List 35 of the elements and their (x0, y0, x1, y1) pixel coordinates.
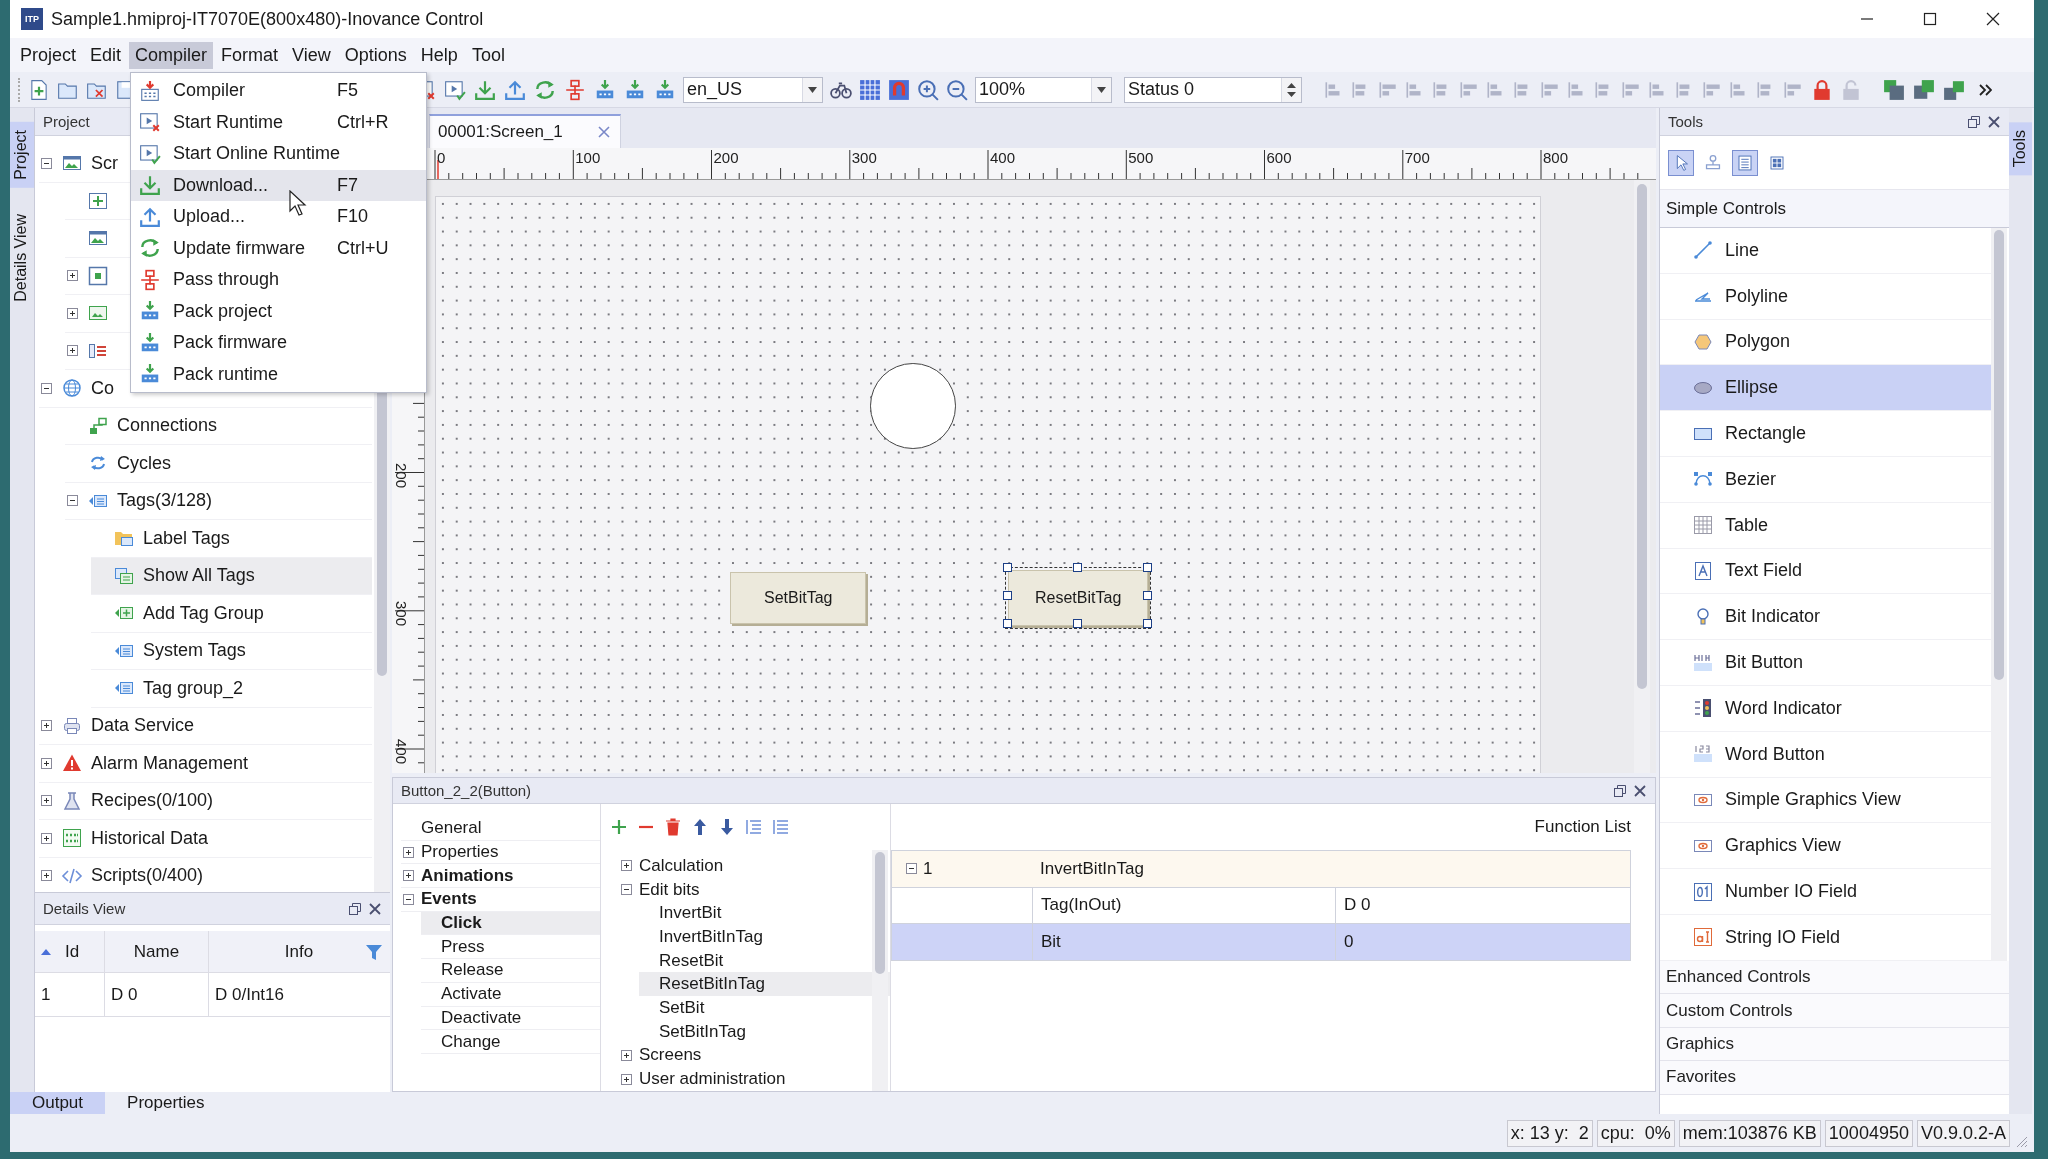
app-logo: ITP (21, 8, 43, 30)
ruler-label: 400 (990, 149, 1016, 166)
ruler-label: 600 (1266, 149, 1292, 166)
status-text: V0.9.0.2-A (1916, 1119, 2010, 1147)
status-text: 10004950 (1824, 1119, 1913, 1147)
table-cell: Bit (1032, 924, 1335, 960)
shortcut-label: F7 (337, 174, 358, 196)
table-cell-text: InvertBitInTag (1039, 857, 1145, 880)
status-text: mem:103876 KB (1678, 1119, 1821, 1147)
section-label: Function List (1533, 816, 1631, 838)
status-text: x: 13 y: 2 (1506, 1119, 1593, 1147)
panel-title: Button_2_2(Button) (401, 782, 532, 799)
ruler-label: 800 (1543, 149, 1569, 166)
shortcut-label: Ctrl+U (337, 237, 389, 259)
ruler-label: 0 (437, 149, 446, 166)
shortcut-label: F10 (337, 206, 369, 228)
table-cell: D 0 (105, 973, 209, 1016)
ruler-label: 500 (1128, 149, 1154, 166)
table-cell-text: D 0/Int16 (214, 983, 285, 1006)
shortcut-label: F5 (337, 80, 358, 102)
ruler-label: 100 (575, 149, 601, 166)
table-cell: 0 (1335, 924, 1630, 960)
ruler-label: 200 (393, 462, 410, 488)
shortcut-label: Ctrl+R (337, 111, 389, 133)
ruler-label: 300 (393, 600, 410, 626)
ruler-label: 200 (713, 149, 739, 166)
status-text: cpu: 0% (1596, 1119, 1675, 1147)
table-cell: 1 (892, 851, 1032, 887)
window-title: Sample1.hmiproj-IT7070E(800x480)-Inovance Control (51, 8, 485, 30)
ruler-label: 700 (1404, 149, 1430, 166)
panel-title: Details View (43, 900, 126, 917)
panel-title: Tools (1668, 113, 1704, 130)
ruler-label: 300 (851, 149, 877, 166)
ruler-label: 400 (393, 739, 410, 765)
table-cell: 1 (35, 973, 105, 1016)
